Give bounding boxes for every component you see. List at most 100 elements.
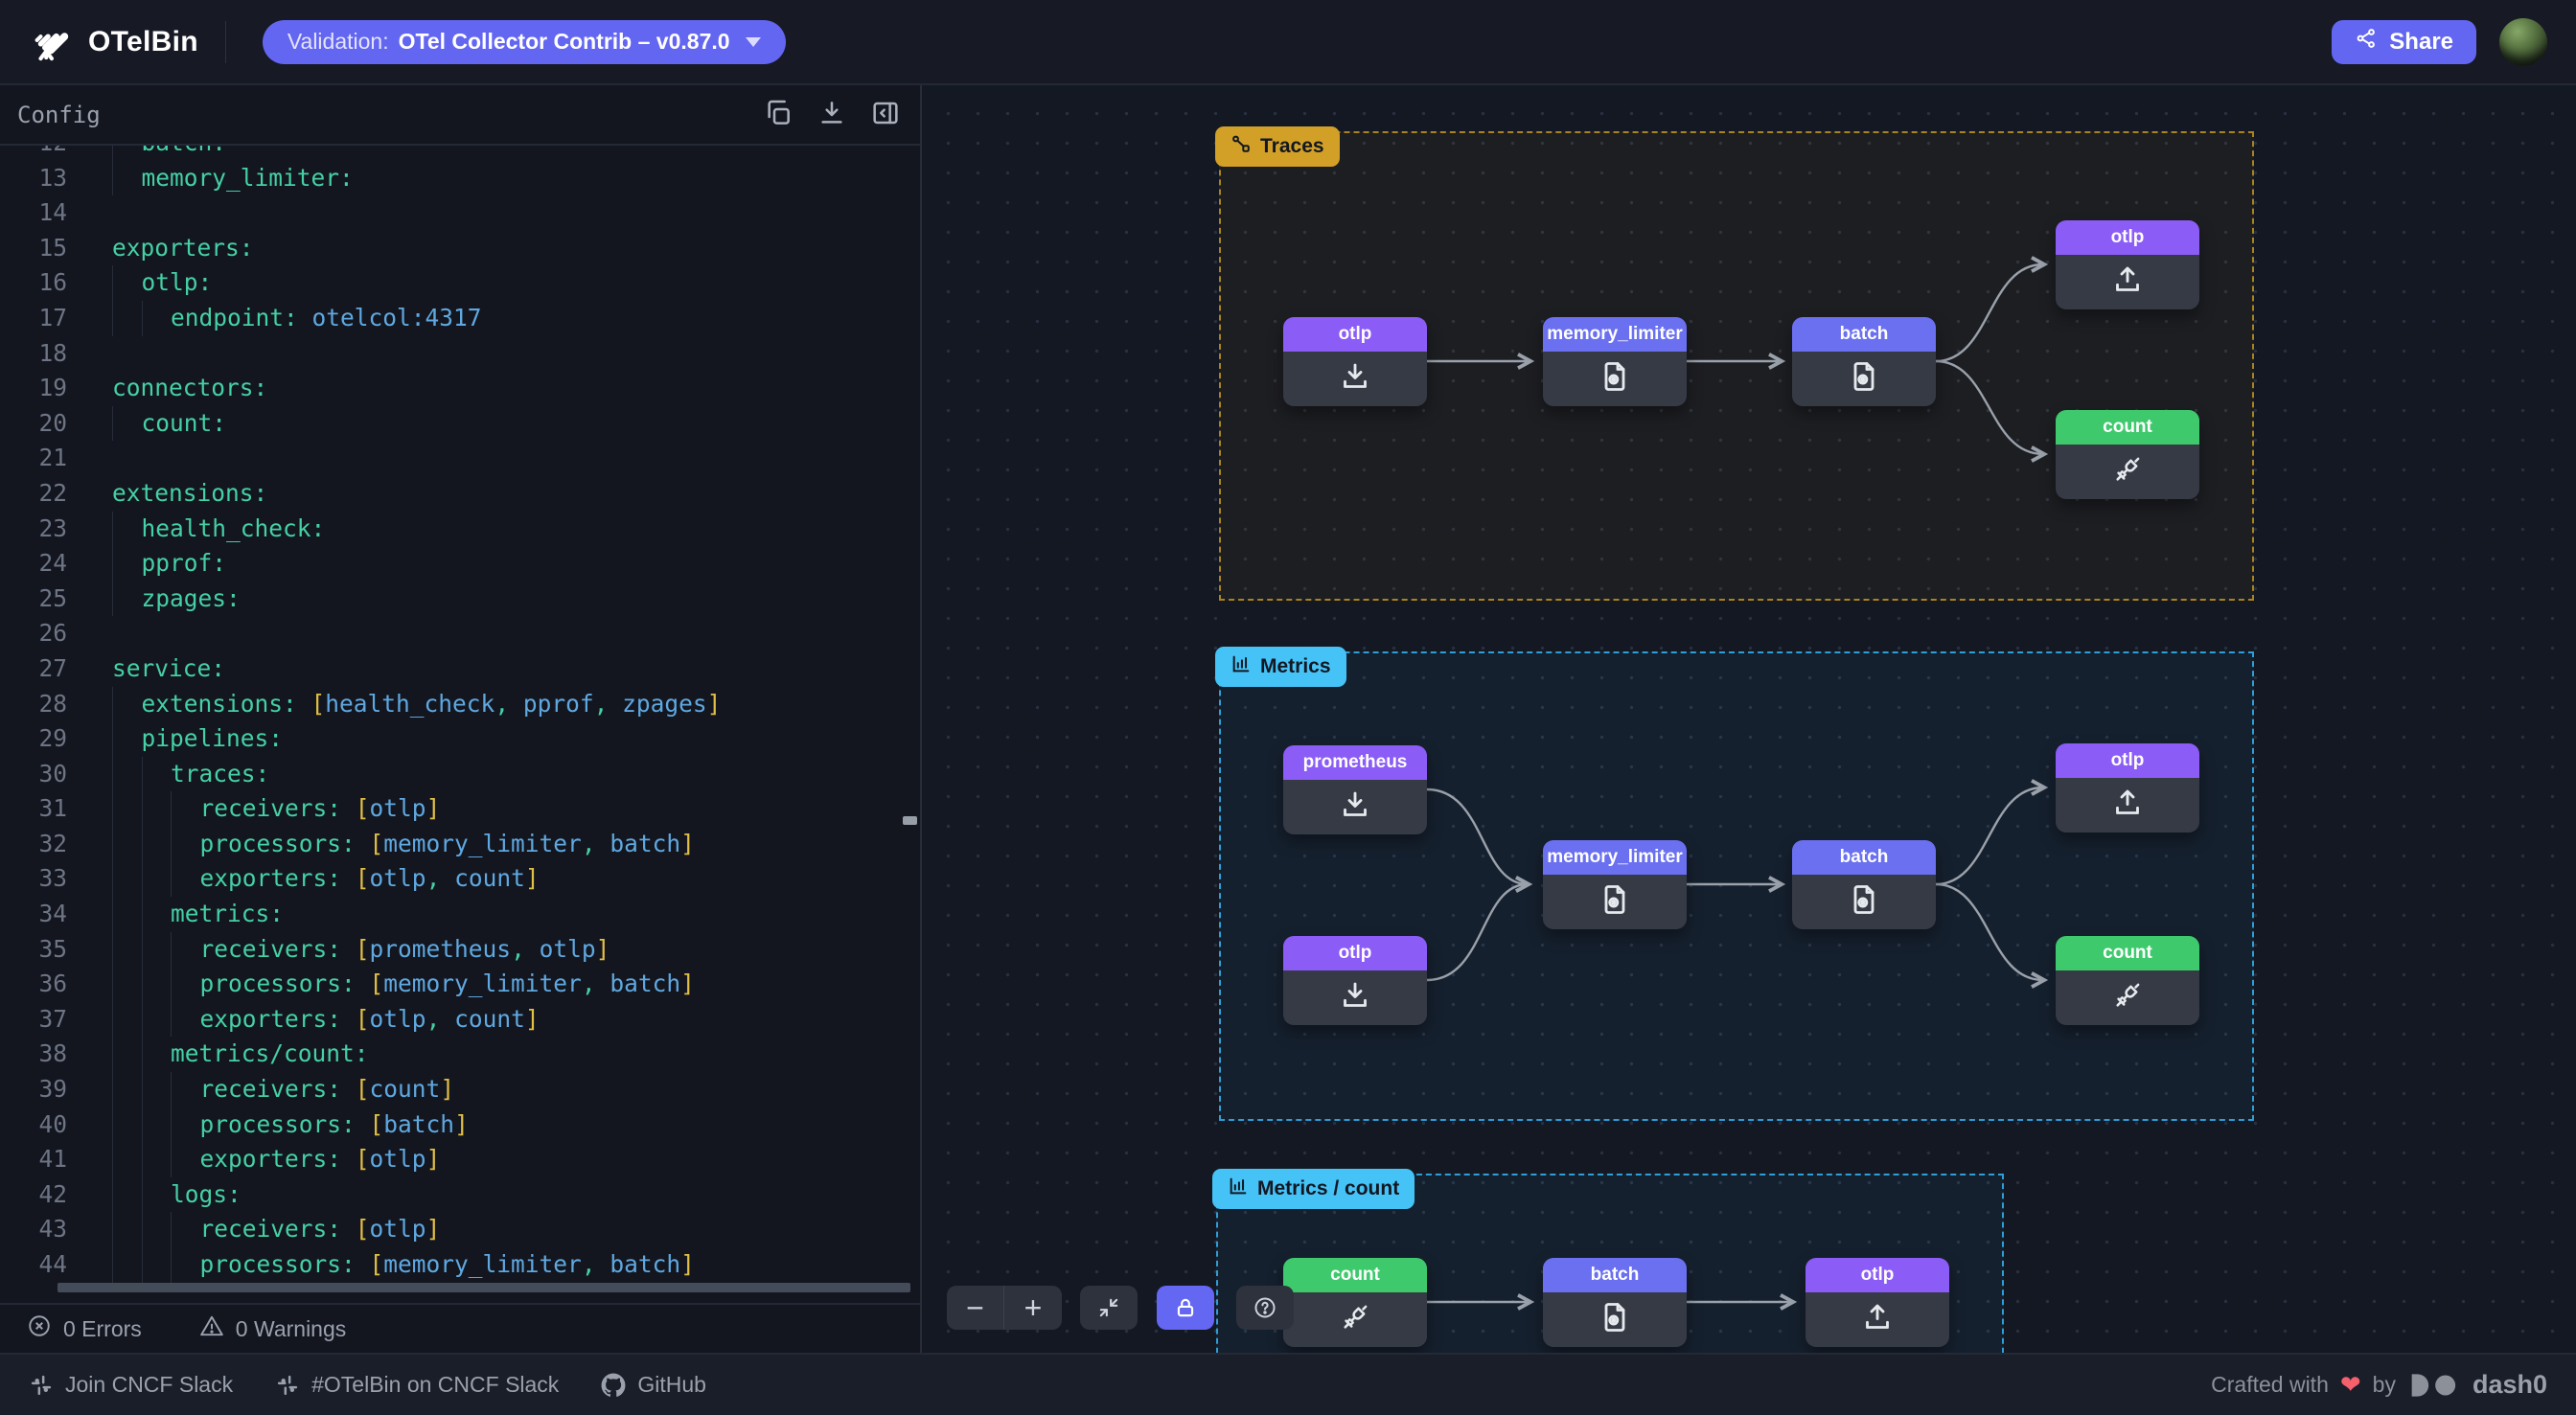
code-line[interactable]: 14: [0, 195, 920, 231]
node-body: [1543, 875, 1687, 929]
pipeline-edge: [1427, 884, 1528, 980]
code-line[interactable]: 39receivers: [count]: [0, 1072, 920, 1107]
code-line[interactable]: 31receivers: [otlp]: [0, 791, 920, 827]
line-number: 28: [0, 687, 67, 722]
code-line[interactable]: 43receivers: [otlp]: [0, 1212, 920, 1247]
brand[interactable]: OTelBin: [29, 17, 198, 66]
code-line[interactable]: 29pipelines:: [0, 721, 920, 757]
code-line[interactable]: 15exporters:: [0, 231, 920, 266]
code-line[interactable]: 30traces:: [0, 757, 920, 792]
line-number: 38: [0, 1037, 67, 1072]
footer-link-join-cncf-slack[interactable]: Join CNCF Slack: [29, 1372, 233, 1398]
code-line[interactable]: 44processors: [memory_limiter, batch]: [0, 1247, 920, 1283]
lock-button[interactable]: [1157, 1286, 1214, 1330]
bar-chart-icon: [1228, 1175, 1249, 1202]
user-avatar[interactable]: [2499, 18, 2547, 66]
edge-layer: [922, 85, 2576, 1353]
footer-link-github[interactable]: GitHub: [601, 1372, 706, 1398]
validation-dropdown[interactable]: Validation: OTel Collector Contrib – v0.…: [263, 20, 786, 64]
help-button[interactable]: [1236, 1286, 1294, 1330]
node-otlp-exporter[interactable]: otlp: [2056, 743, 2199, 833]
horizontal-scrollbar[interactable]: [58, 1283, 910, 1292]
circle-x-icon: [27, 1313, 52, 1344]
exporter-icon: [2110, 262, 2145, 302]
node-otlp-exporter[interactable]: otlp: [2056, 220, 2199, 309]
node-memory_limiter-processor[interactable]: memory_limiter: [1543, 317, 1687, 406]
pipeline-canvas[interactable]: −+ Traces Metrics Metrics / count otlp memor…: [922, 85, 2576, 1353]
line-number: 39: [0, 1072, 67, 1107]
code-line[interactable]: 23health_check:: [0, 512, 920, 547]
code-line[interactable]: 13memory_limiter:: [0, 161, 920, 196]
bar-chart-icon: [1230, 653, 1252, 680]
node-count-connector[interactable]: count: [2056, 410, 2199, 499]
node-count-connector[interactable]: count: [2056, 936, 2199, 1025]
download-button[interactable]: [815, 98, 849, 132]
zoom-in-button[interactable]: +: [1004, 1286, 1062, 1330]
collapse-panel-button[interactable]: [868, 98, 903, 132]
node-batch-processor[interactable]: batch: [1792, 840, 1936, 929]
share-button[interactable]: Share: [2332, 20, 2476, 64]
code-line[interactable]: 22extensions:: [0, 476, 920, 512]
line-number: 33: [0, 861, 67, 897]
line-number: 15: [0, 231, 67, 266]
line-number: 43: [0, 1212, 67, 1247]
code-line[interactable]: 19connectors:: [0, 371, 920, 406]
pipeline-edge: [1936, 787, 2043, 884]
code-line[interactable]: 20count:: [0, 406, 920, 442]
line-number: 22: [0, 476, 67, 512]
footer-link--otelbin-on-cncf-slack[interactable]: #OTelBin on CNCF Slack: [275, 1372, 559, 1398]
code-line[interactable]: 37exporters: [otlp, count]: [0, 1002, 920, 1038]
line-number: 20: [0, 406, 67, 442]
node-batch-processor[interactable]: batch: [1792, 317, 1936, 406]
code-line[interactable]: 12batch:: [0, 146, 920, 161]
collapse-panel-icon: [870, 117, 901, 131]
fit-view-button[interactable]: [1080, 1286, 1138, 1330]
code-line[interactable]: 27service:: [0, 651, 920, 687]
dash0-name[interactable]: dash0: [2472, 1370, 2547, 1400]
code-line[interactable]: 28extensions: [health_check, pprof, zpag…: [0, 687, 920, 722]
node-memory_limiter-processor[interactable]: memory_limiter: [1543, 840, 1687, 929]
code-line[interactable]: 35receivers: [prometheus, otlp]: [0, 932, 920, 968]
node-body: [1543, 352, 1687, 406]
code-line[interactable]: 40processors: [batch]: [0, 1107, 920, 1143]
line-number: 21: [0, 441, 67, 476]
section-badge-metrics[interactable]: Metrics: [1215, 647, 1346, 687]
node-prometheus-receiver[interactable]: prometheus: [1283, 745, 1427, 834]
otelbin-logo-icon: [29, 17, 73, 66]
processor-icon: [1598, 882, 1632, 922]
copy-button[interactable]: [761, 98, 795, 132]
code-line[interactable]: 34metrics:: [0, 897, 920, 932]
section-label: Traces: [1260, 135, 1324, 158]
node-body: [1792, 875, 1936, 929]
dash0-logo-icon[interactable]: [2407, 1372, 2461, 1399]
node-otlp-receiver[interactable]: otlp: [1283, 936, 1427, 1025]
node-otlp-receiver[interactable]: otlp: [1283, 317, 1427, 406]
code-line[interactable]: 25zpages:: [0, 582, 920, 617]
github-icon: [601, 1373, 626, 1398]
section-badge-metrics-count[interactable]: Metrics / count: [1212, 1169, 1414, 1209]
code-line[interactable]: 18: [0, 336, 920, 372]
config-editor-panel: Config 12batch:13memory_limiter:1415expo…: [0, 85, 920, 1353]
code-line[interactable]: 24pprof:: [0, 546, 920, 582]
code-line[interactable]: 36processors: [memory_limiter, batch]: [0, 967, 920, 1002]
code-editor[interactable]: 12batch:13memory_limiter:1415exporters:1…: [0, 146, 920, 1303]
warnings-status: 0 Warnings: [199, 1313, 346, 1344]
code-line[interactable]: 42logs:: [0, 1177, 920, 1213]
code-line[interactable]: 38metrics/count:: [0, 1037, 920, 1072]
code-line[interactable]: 41exporters: [otlp]: [0, 1142, 920, 1177]
code-line[interactable]: 16otlp:: [0, 265, 920, 301]
zoom-out-button[interactable]: −: [947, 1286, 1004, 1330]
share-icon: [2355, 27, 2378, 57]
code-line[interactable]: 32processors: [memory_limiter, batch]: [0, 827, 920, 862]
code-line[interactable]: 21: [0, 441, 920, 476]
code-line[interactable]: 26: [0, 616, 920, 651]
line-number: 27: [0, 651, 67, 687]
code-line[interactable]: 33exporters: [otlp, count]: [0, 861, 920, 897]
code-line[interactable]: 17endpoint: otelcol:4317: [0, 301, 920, 336]
vertical-scrollbar-thumb[interactable]: [903, 816, 917, 825]
section-badge-traces[interactable]: Traces: [1215, 126, 1340, 167]
line-number: 25: [0, 582, 67, 617]
line-number: 37: [0, 1002, 67, 1038]
topbar-divider: [225, 21, 226, 63]
line-number: 14: [0, 195, 67, 231]
